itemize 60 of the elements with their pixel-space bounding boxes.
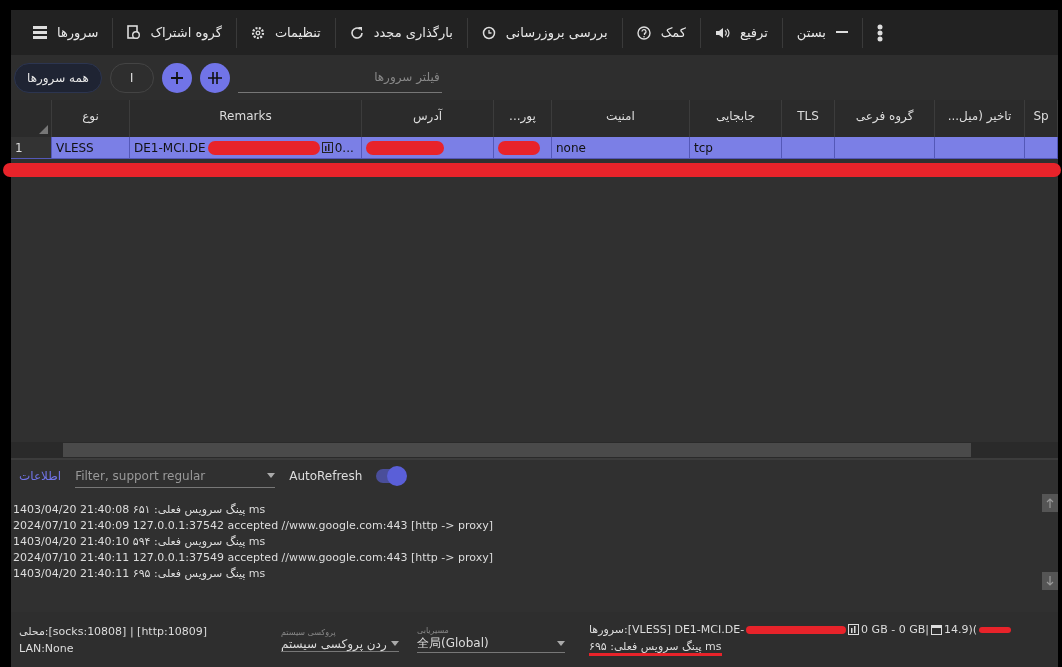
split-icon: [207, 71, 222, 84]
settings-icon: [250, 25, 265, 40]
log-line: 2024/07/10 21:40:11 127.0.0.1:37549 accepted //www.google.com:443 [http -> proxy]: [12, 550, 493, 566]
log-line: 1403/04/20 21:40:08 پینگ سرویس فعلی: ۶۵۱ ms: [12, 502, 266, 518]
horizontal-scrollbar[interactable]: [11, 442, 1058, 458]
log-line: 1403/04/20 21:40:11 پینگ سرویس فعلی: ۶۹۵ ms: [12, 566, 266, 582]
add-button[interactable]: [161, 62, 192, 93]
table-cell: none: [552, 137, 690, 159]
toolbar-button[interactable]: ترفیع: [700, 17, 782, 48]
chart-icon: [848, 624, 860, 635]
calendar-icon: [930, 624, 942, 635]
log-line: 1403/04/20 21:40:10 پینگ سرویس فعلی: ۵۹۴ ms: [12, 534, 266, 550]
row-number: 1: [11, 137, 52, 159]
filter-button[interactable]: [199, 62, 230, 93]
reload-icon: [349, 25, 364, 40]
speaker-icon: [715, 25, 730, 40]
redaction-mark: [498, 140, 540, 155]
log-filter-field[interactable]: Filter, support regular: [75, 464, 276, 488]
server-list-icon: [33, 25, 47, 40]
chart-icon: [321, 142, 333, 153]
toolbar-button[interactable]: تنظیمات: [235, 17, 335, 48]
toolbar-button[interactable]: بستن: [781, 17, 862, 48]
search-field[interactable]: فیلتر سرورها: [237, 62, 442, 93]
table-cell: DE1-MCI.DE 0...: [130, 137, 362, 159]
toolbar-button[interactable]: سرورها: [19, 17, 113, 48]
arrow-down-icon: [1046, 576, 1054, 586]
auto-refresh-toggle[interactable]: [376, 469, 405, 483]
toolbar-button[interactable]: کمک: [621, 17, 700, 48]
toggle-label: AutoRefresh: [289, 469, 363, 483]
scroll-up-button[interactable]: [1042, 494, 1058, 512]
table-cell: [1025, 137, 1058, 159]
scroll-down-button[interactable]: [1042, 572, 1058, 590]
caret-icon: [557, 641, 565, 646]
log-line: 2024/07/10 21:40:09 127.0.0.1:37542 accepted //www.google.com:443 [http -> proxy]: [12, 518, 493, 534]
toolbar-button[interactable]: گروه اشتراک: [112, 17, 236, 48]
more-icon: [876, 23, 883, 42]
group-tab[interactable]: همه سرورها: [14, 62, 102, 93]
toolbar-button[interactable]: بارگذاری مجدد: [334, 17, 467, 48]
triangle-icon: [39, 125, 48, 134]
table-cell: VLESS: [52, 137, 130, 159]
arrow-up-icon: [1046, 498, 1054, 508]
expiry-text: 14.9)(: [943, 623, 977, 636]
redaction-mark: [979, 626, 1011, 633]
server-info-text: سرورها:[VLESS] DE1-MCI.DE-: [589, 623, 745, 636]
caret-icon: [391, 641, 399, 646]
system-proxy-dropdown[interactable]: پروکسی سیستم ردن پروکسی سیستم: [281, 627, 399, 652]
help-icon: [636, 25, 651, 40]
lan-text: LAN:None: [19, 641, 75, 655]
ping-text: پینگ سرویس فعلی: ۶۹۵ ms: [589, 640, 722, 656]
traffic-text: 0 GB - 0 GB|: [861, 623, 929, 636]
table-cell: [782, 137, 835, 159]
document-clock-icon: [127, 25, 141, 40]
table-cell: tcp: [690, 137, 782, 159]
table-row[interactable]: 1 VLESS DE1-MCI.DE 0... none tcp: [11, 137, 1058, 159]
plus-icon: [170, 71, 183, 84]
caret-icon: [267, 473, 276, 478]
history-icon: [481, 25, 496, 40]
local-ports-text: محلی:[socks:10808] | [http:10809]: [19, 624, 208, 638]
minus-icon: [835, 31, 848, 34]
toolbar-button[interactable]: بررسی بروزرسانی: [466, 17, 622, 48]
